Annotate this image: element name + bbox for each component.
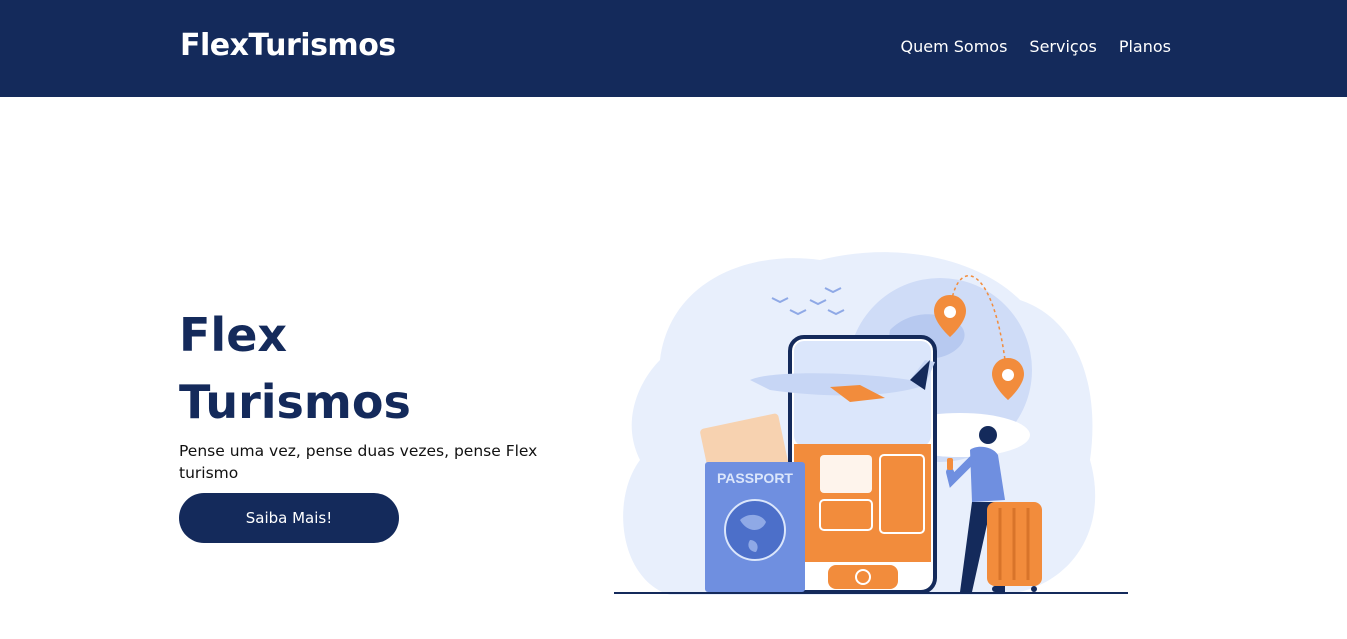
hero-title: Flex Turismos xyxy=(179,302,539,436)
nav-link-planos[interactable]: Planos xyxy=(1119,37,1171,56)
nav-link-quem-somos[interactable]: Quem Somos xyxy=(901,37,1008,56)
hero-subtitle: Pense uma vez, pense duas vezes, pense F… xyxy=(179,442,538,482)
nav-link-servicos[interactable]: Serviços xyxy=(1029,37,1096,56)
passport-label: PASSPORT xyxy=(717,470,793,486)
travel-illustration: PASSPORT xyxy=(614,252,1128,595)
site-logo[interactable]: FlexTurismos xyxy=(180,28,396,63)
main-nav: Quem Somos Serviços Planos xyxy=(901,37,1172,56)
luggage-icon xyxy=(987,502,1042,592)
hero-title-line2: Turismos xyxy=(179,375,411,429)
saiba-mais-button[interactable]: Saiba Mais! xyxy=(179,493,399,543)
site-header: FlexTurismos Quem Somos Serviços Planos xyxy=(0,0,1347,97)
hero-title-line1: Flex xyxy=(179,308,288,362)
